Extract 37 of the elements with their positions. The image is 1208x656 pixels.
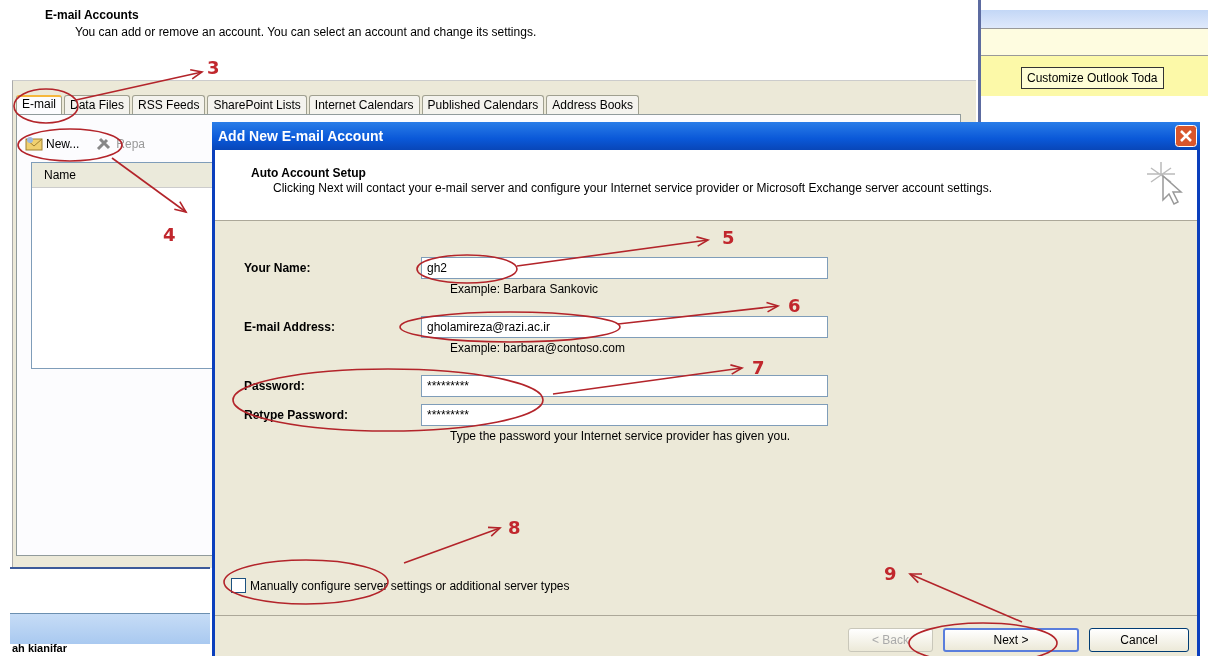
tab[interactable]: RSS Feeds	[132, 95, 206, 114]
tab[interactable]: SharePoint Lists	[207, 95, 307, 114]
annotation-number: 3	[207, 58, 220, 78]
checkbox[interactable]	[231, 578, 246, 593]
input-field[interactable]: gh2	[421, 257, 828, 279]
field-label: Password:	[244, 379, 306, 393]
tab[interactable]: E-mail	[16, 95, 62, 114]
field-label: E-mail Address:	[244, 320, 336, 334]
dialog-button[interactable]: Next >	[943, 628, 1079, 652]
section-title: E-mail Accounts	[45, 8, 139, 22]
input-field[interactable]: *********	[421, 404, 828, 426]
annotation-number: 6	[788, 296, 801, 316]
field-hint: Example: Barbara Sankovic	[450, 282, 600, 296]
folder-label: ah kianifar	[12, 642, 68, 654]
envelope-icon	[25, 136, 43, 152]
input-field[interactable]: gholamireza@razi.ac.ir	[421, 316, 828, 338]
checkbox-label[interactable]: Manually configure server settings or additional server types	[250, 578, 570, 593]
annotation-number: 4	[163, 225, 176, 245]
field-hint: Example: barbara@contoso.com	[450, 341, 626, 355]
customize-button[interactable]: Customize Outlook Toda	[1021, 67, 1164, 89]
input-field[interactable]: *********	[421, 375, 828, 397]
tab[interactable]: Address Books	[546, 95, 639, 114]
section-description: You can add or remove an account. You can select an account and change its settings.	[75, 25, 537, 39]
field-label: Your Name:	[244, 261, 312, 275]
field-hint: Type the password your Internet service provider has given you.	[450, 429, 792, 443]
tab[interactable]: Published Calendars	[421, 95, 545, 114]
annotation-number: 8	[508, 518, 521, 538]
step-description: Clicking Next will contact your e-mail server and configure your Internet service provider or Microsoft Exchange server account settings.	[273, 181, 993, 195]
close-icon[interactable]	[1175, 125, 1197, 147]
annotation-number: 7	[752, 358, 765, 378]
dialog-title: Add New E-mail Account	[218, 128, 384, 144]
dialog-button[interactable]: Cancel	[1089, 628, 1189, 652]
step-title: Auto Account Setup	[251, 166, 367, 180]
tab[interactable]: Internet Calendars	[308, 95, 420, 114]
annotation-number: 5	[722, 228, 735, 248]
toolbar-button[interactable]: New...	[23, 135, 82, 153]
annotation-number: 9	[884, 564, 897, 584]
